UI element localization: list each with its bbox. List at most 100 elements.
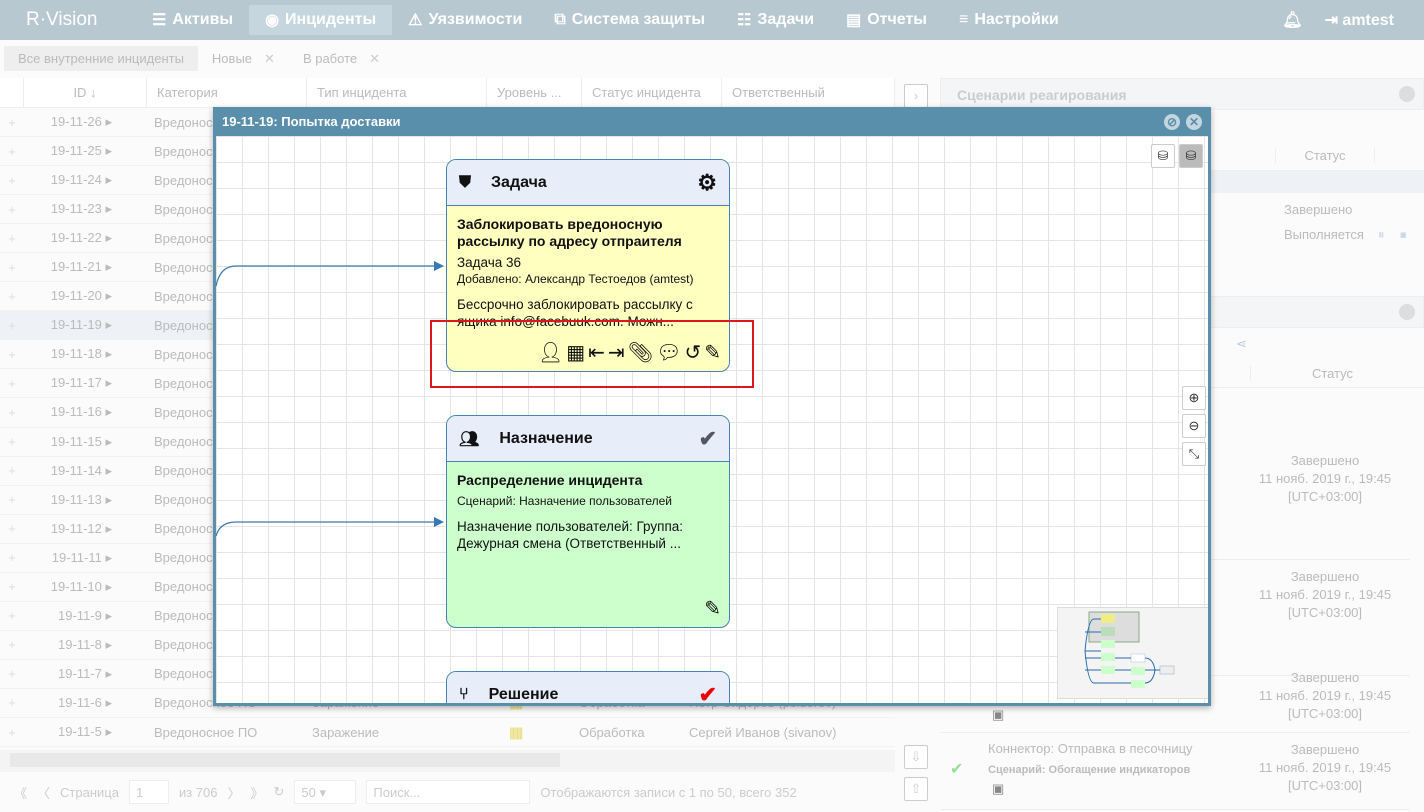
database-icon: ☰ — [152, 12, 167, 29]
nav-tasks[interactable]: ☷ Задачи — [721, 5, 830, 35]
minimize-icon[interactable]: ⊘ — [1164, 114, 1180, 130]
share-icon[interactable]: ⋖ — [1236, 336, 1247, 352]
expand-icon[interactable]: + — [0, 492, 24, 507]
col-id[interactable]: ID ↓ — [24, 78, 147, 107]
import-button[interactable]: ⇩ — [904, 745, 928, 769]
nav-reports[interactable]: ▤ Отчеты — [830, 5, 943, 35]
assign-title: Распределение инцидента — [457, 472, 643, 488]
expand-icon[interactable]: + — [0, 260, 24, 275]
gear-icon[interactable]: ⚙ — [697, 170, 717, 196]
collapse-icon[interactable] — [1399, 304, 1415, 320]
menu-icon: ≡ — [958, 11, 969, 28]
close-icon[interactable]: ✕ — [264, 51, 275, 66]
incident-id: 19-11-24 ▸ — [50, 172, 112, 188]
users-icon: 👥︎ — [459, 430, 480, 448]
zoom-out-button[interactable]: ⊖ — [1182, 414, 1206, 438]
col-status[interactable]: Статус инцидента — [582, 78, 722, 107]
assign-scenario: Сценарий: Назначение пользователей — [457, 494, 673, 508]
edit-icon[interactable]: ✎ — [704, 596, 721, 621]
col-type[interactable]: Тип инцидента — [307, 78, 487, 107]
col-category[interactable]: Категория — [147, 78, 307, 107]
expand-icon[interactable]: + — [0, 318, 24, 333]
db-clear-button[interactable]: ⛁ — [1179, 144, 1203, 168]
db-history-button[interactable]: ⛁ — [1151, 144, 1175, 168]
expand-icon[interactable]: + — [0, 376, 24, 391]
expand-icon[interactable]: + — [0, 115, 24, 130]
table-row[interactable]: + 19-11-5 ▸ Вредоносное ПО Заражение |||… — [0, 718, 895, 748]
warning-icon: ⚠ — [408, 12, 423, 29]
refresh-icon[interactable]: ↻ — [274, 784, 285, 800]
decision-card[interactable]: ⑂ Решение ✔ — [446, 671, 730, 703]
bell-icon[interactable]: 🔔︎ — [1282, 10, 1302, 30]
action-title[interactable]: Коннектор: Отправка в песочницу — [988, 741, 1193, 756]
connector-lines — [216, 261, 444, 537]
script-icon[interactable]: ▣ — [992, 781, 1004, 797]
expand-icon[interactable]: + — [0, 144, 24, 159]
tab-new[interactable]: Новые ✕ — [198, 46, 289, 71]
expand-icon[interactable]: + — [0, 231, 24, 246]
check-icon: ✔ — [698, 682, 717, 703]
nav-settings[interactable]: ≡ Настройки — [943, 5, 1075, 35]
expand-icon[interactable]: + — [0, 608, 24, 623]
expand-icon[interactable]: + — [0, 347, 24, 362]
nav-assets[interactable]: ☰ Активы — [136, 5, 249, 35]
incident-id: 19-11-7 ▸ — [58, 665, 112, 681]
first-page-button[interactable]: 《 — [14, 783, 27, 802]
col-responsible[interactable]: Ответственный — [722, 78, 895, 107]
next-page-button[interactable]: 〉 — [227, 783, 240, 802]
incident-id: 19-11-23 ▸ — [50, 201, 112, 217]
stop-icon[interactable]: ⏹ — [1400, 227, 1407, 243]
incident-id: 19-11-16 ▸ — [50, 404, 112, 420]
expand-icon[interactable]: + — [0, 463, 24, 478]
incident-id: 19-11-18 ▸ — [50, 346, 112, 362]
zoom-in-button[interactable]: ⊕ — [1182, 386, 1206, 410]
page-input[interactable]: 1 — [128, 780, 169, 804]
pause-icon[interactable]: ⏸ — [1378, 227, 1385, 243]
incident-id: 19-11-11 ▸ — [51, 549, 112, 565]
target-icon: ◉ — [265, 12, 280, 29]
assignment-card[interactable]: 👥︎ Назначение ✔ Распределение инцидента Сц… — [446, 415, 730, 628]
tab-in-progress[interactable]: В работе ✕ — [289, 46, 394, 71]
script-icon[interactable]: ▣ — [992, 707, 1004, 723]
per-page-select[interactable]: 50 ▾ — [294, 780, 357, 804]
expand-icon[interactable]: + — [0, 579, 24, 594]
last-page-button[interactable]: 》 — [251, 783, 264, 802]
expand-icon[interactable]: + — [0, 173, 24, 188]
fit-screen-button[interactable]: ⤡ — [1182, 442, 1206, 466]
prev-page-button[interactable]: 〈 — [37, 783, 50, 802]
modal-titlebar[interactable]: 19-11-19: Попытка доставки ⊘ ✕ — [216, 107, 1208, 136]
search-input[interactable]: Поиск... — [366, 780, 531, 804]
nav-protection[interactable]: ⧉ Система защиты — [538, 5, 721, 35]
minimap[interactable] — [1057, 607, 1208, 699]
split-icon: ⑂ — [459, 686, 469, 703]
tasks-icon: ☷ — [737, 12, 752, 29]
horizontal-scrollbar[interactable] — [0, 750, 895, 772]
header-spacer — [0, 78, 24, 107]
expand-icon[interactable]: + — [0, 405, 24, 420]
records-summary: Отображаются записи с 1 по 50, всего 352 — [540, 784, 797, 800]
incident-type: Заражение — [312, 724, 380, 740]
collapse-icon[interactable] — [1399, 86, 1415, 102]
expand-icon[interactable]: + — [0, 550, 24, 565]
expand-icon[interactable]: + — [0, 666, 24, 681]
tab-all-internal[interactable]: Все внутренние инциденты — [4, 46, 198, 71]
nav-vulnerabilities[interactable]: ⚠ Уязвимости — [392, 5, 538, 35]
close-icon[interactable]: ✕ — [1186, 114, 1202, 130]
expand-icon[interactable]: + — [0, 637, 24, 652]
incident-id: 19-11-17 ▸ — [50, 375, 112, 391]
incident-id: 19-11-8 ▸ — [58, 636, 112, 652]
shield-icon: ⛊ — [459, 173, 472, 191]
export-button[interactable]: ⇧ — [904, 777, 928, 801]
expand-icon[interactable]: + — [0, 521, 24, 536]
col-level[interactable]: Уровень ... — [487, 78, 582, 107]
user-menu[interactable]: ⇥ amtest — [1325, 10, 1394, 30]
expand-icon[interactable]: + — [0, 695, 24, 710]
nav-incidents[interactable]: ◉ Инциденты — [249, 5, 393, 35]
expand-icon[interactable]: + — [0, 289, 24, 304]
expand-icon[interactable]: + — [0, 725, 24, 740]
workflow-canvas[interactable]: ⛊ Задача ⚙ Заблокировать вредоносную рассы… — [216, 136, 1208, 703]
expand-icon[interactable]: + — [0, 434, 24, 449]
expand-icon[interactable]: + — [0, 202, 24, 217]
close-icon[interactable]: ✕ — [369, 51, 380, 66]
expand-panel-button[interactable]: › — [904, 84, 928, 108]
